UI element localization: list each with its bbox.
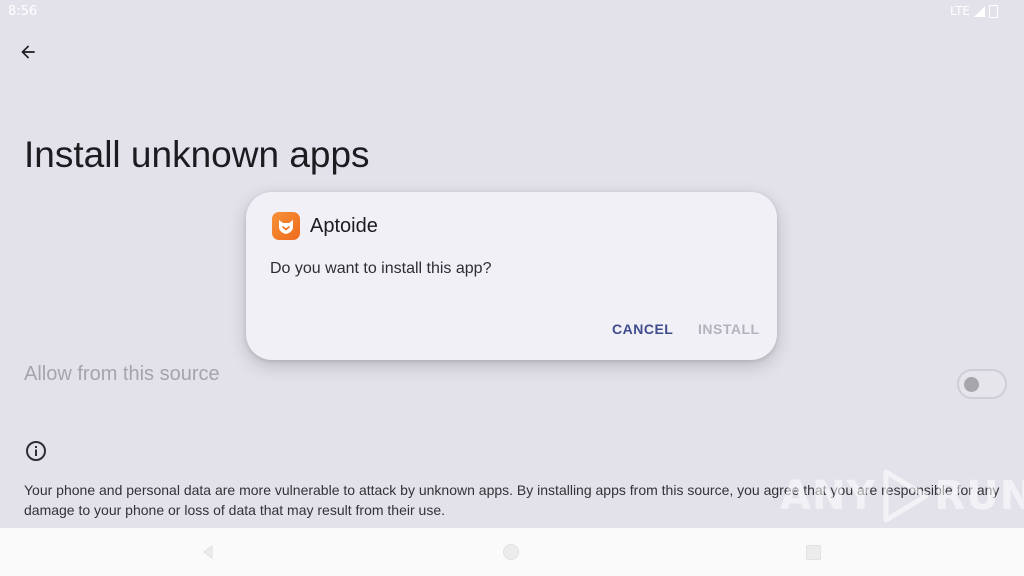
status-indicators: LTE	[950, 4, 998, 18]
install-button[interactable]: INSTALL	[698, 321, 760, 337]
dialog-app-name: Aptoide	[310, 215, 378, 237]
back-button[interactable]	[14, 38, 42, 66]
allow-from-source-label[interactable]: Allow from this source	[24, 363, 220, 386]
nav-back-icon[interactable]	[200, 544, 216, 560]
dialog-message: Do you want to install this app?	[270, 260, 492, 277]
arrow-left-icon	[21, 45, 35, 59]
status-bar: 8:56 LTE	[0, 0, 1024, 24]
aptoide-logo-icon	[279, 220, 293, 234]
battery-icon	[989, 4, 998, 18]
navigation-bar	[0, 528, 1024, 576]
aptoide-app-icon	[272, 212, 300, 240]
nav-recents-icon[interactable]	[806, 545, 821, 560]
signal-icon	[974, 5, 985, 17]
toggle-knob	[964, 377, 979, 392]
status-time: 8:56	[8, 4, 38, 19]
security-warning-text: Your phone and personal data are more vu…	[24, 482, 1000, 518]
page-title: Install unknown apps	[24, 134, 370, 175]
install-app-dialog: Aptoide Do you want to install this app?…	[246, 192, 777, 360]
network-type: LTE	[950, 4, 970, 18]
allow-from-source-toggle[interactable]	[957, 369, 1007, 399]
info-icon	[26, 441, 46, 461]
cancel-button[interactable]: CANCEL	[612, 321, 673, 337]
nav-home-icon[interactable]	[503, 544, 519, 560]
